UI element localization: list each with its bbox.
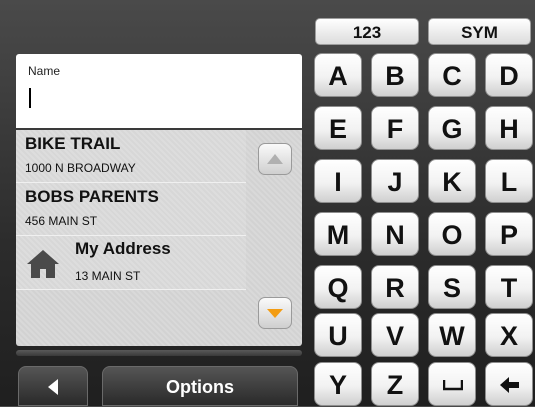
key-r[interactable]: R [371,265,419,309]
key-x[interactable]: X [485,313,533,357]
key-s[interactable]: S [428,265,476,309]
key-j[interactable]: J [371,159,419,203]
key-d[interactable]: D [485,53,533,97]
key-m[interactable]: M [314,212,362,256]
key-u[interactable]: U [314,313,362,357]
list-item-title: My Address [75,239,171,258]
list-item[interactable]: BOBS PARENTS 456 MAIN ST [16,183,246,236]
list-item-title: BIKE TRAIL [25,134,121,153]
list-item-title: BOBS PARENTS [25,187,159,206]
list-item-subtitle: 1000 N BROADWAY [25,161,136,175]
key-a[interactable]: A [314,53,362,97]
backspace-arrow-icon [500,377,519,393]
arrow-down-icon [267,309,283,318]
back-button[interactable] [18,366,88,406]
key-p[interactable]: P [485,212,533,256]
key-t[interactable]: T [485,265,533,309]
options-button[interactable]: Options [102,366,298,406]
list-item[interactable]: My Address 13 MAIN ST [16,236,246,290]
key-z[interactable]: Z [371,362,419,406]
home-icon [27,250,59,278]
space-key[interactable] [428,362,476,406]
key-b[interactable]: B [371,53,419,97]
key-e[interactable]: E [314,106,362,150]
key-f[interactable]: F [371,106,419,150]
numbers-mode-key[interactable]: 123 [315,18,419,45]
scroll-track [16,350,302,356]
key-n[interactable]: N [371,212,419,256]
list-item-subtitle: 456 MAIN ST [25,214,98,228]
key-h[interactable]: H [485,106,533,150]
key-c[interactable]: C [428,53,476,97]
key-k[interactable]: K [428,159,476,203]
list-item[interactable]: BIKE TRAIL 1000 N BROADWAY [16,130,246,183]
results-panel: BIKE TRAIL 1000 N BROADWAY BOBS PARENTS … [16,130,302,346]
results-list: BIKE TRAIL 1000 N BROADWAY BOBS PARENTS … [16,130,246,290]
bottom-bar: Options [0,366,304,406]
key-o[interactable]: O [428,212,476,256]
key-v[interactable]: V [371,313,419,357]
arrow-up-icon [267,154,283,164]
key-q[interactable]: Q [314,265,362,309]
space-icon [443,380,463,391]
scroll-up-button[interactable] [258,143,292,175]
back-arrow-icon [48,379,58,395]
key-y[interactable]: Y [314,362,362,406]
symbols-mode-key[interactable]: SYM [428,18,531,45]
backspace-key[interactable] [485,362,533,406]
scroll-down-button[interactable] [258,297,292,329]
name-field-label: Name [28,64,61,78]
list-item-subtitle: 13 MAIN ST [75,269,141,283]
text-cursor [29,88,31,108]
key-l[interactable]: L [485,159,533,203]
key-g[interactable]: G [428,106,476,150]
name-input[interactable]: Name [16,54,302,128]
key-w[interactable]: W [428,313,476,357]
key-i[interactable]: I [314,159,362,203]
